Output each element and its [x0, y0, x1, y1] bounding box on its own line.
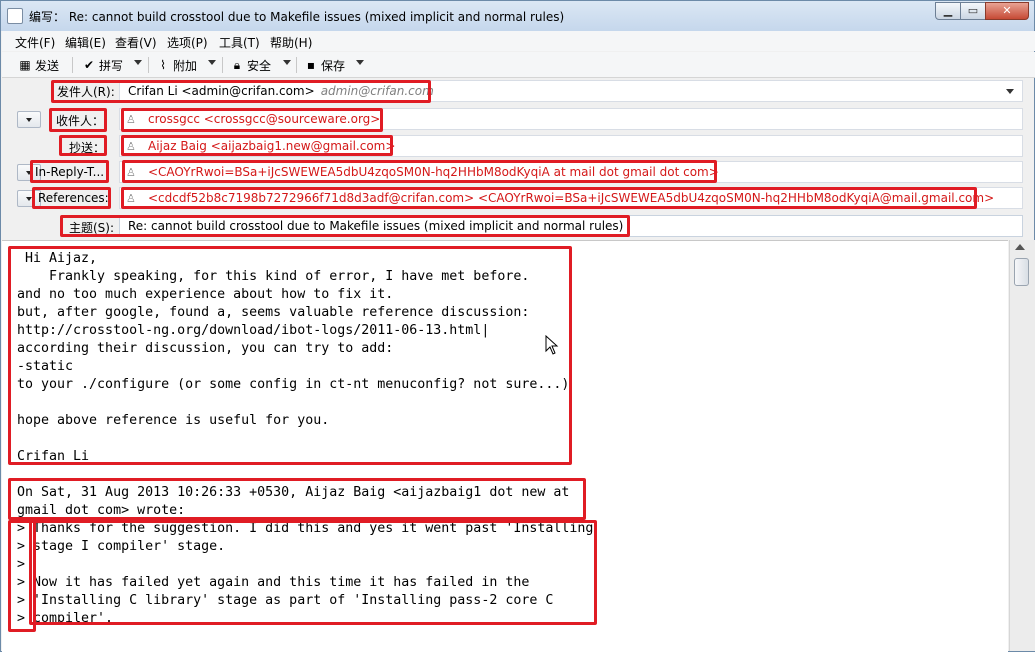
menu-file[interactable]: 文件(F) — [15, 34, 55, 51]
menu-tools[interactable]: 工具(T) — [219, 34, 260, 51]
minimize-button[interactable]: ▁ — [935, 2, 961, 20]
references-label: References: — [38, 191, 109, 205]
from-label: 发件人(R): — [57, 85, 115, 99]
security-dropdown-arrow[interactable] — [283, 60, 291, 65]
menu-help[interactable]: 帮助(H) — [270, 34, 312, 51]
scroll-up-icon[interactable] — [1015, 244, 1025, 250]
security-label: 安全 — [247, 58, 272, 73]
compose-app-icon — [7, 8, 23, 24]
scrollbar-thumb[interactable] — [1014, 258, 1029, 286]
menu-options[interactable]: 选项(P) — [167, 34, 208, 51]
attach-dropdown-arrow[interactable] — [208, 60, 216, 65]
references-field[interactable]: ♙ <cdcdf52b8c7198b7272966f71d8d3adf@crif… — [119, 187, 1023, 209]
to-type-dropdown[interactable] — [17, 111, 41, 128]
person-icon: ♙ — [126, 140, 136, 153]
person-icon: ♙ — [126, 192, 136, 205]
window-controls: ▁ ▭ ✕ — [935, 2, 1029, 22]
attach-button[interactable]: ⌇ 附加 — [156, 56, 197, 74]
save-label: 保存 — [321, 58, 346, 73]
message-body-text: Hi Aijaz, Frankly speaking, for this kin… — [17, 251, 594, 626]
to-label: 收件人： — [56, 114, 105, 128]
paperclip-icon: ⌇ — [160, 58, 166, 72]
security-button[interactable]: 🔒︎ 安全 — [230, 56, 271, 74]
title-bar[interactable]: 编写： Re: cannot build crosstool due to Ma… — [1, 1, 1034, 31]
from-address: Crifan Li <admin@crifan.com> — [128, 84, 315, 98]
from-dropdown-arrow[interactable] — [1006, 89, 1014, 94]
close-button[interactable]: ✕ — [985, 2, 1029, 20]
message-body-editor[interactable]: Hi Aijaz, Frankly speaking, for this kin… — [2, 240, 1008, 652]
spell-label: 拼写 — [99, 58, 124, 73]
to-row: 收件人： ♙ crossgcc <crossgcc@sourceware.org… — [13, 108, 1023, 130]
subject-input[interactable]: Re: cannot build crosstool due to Makefi… — [119, 215, 1023, 237]
window-title: 编写： Re: cannot build crosstool due to Ma… — [29, 10, 565, 24]
attach-label: 附加 — [173, 58, 198, 73]
from-row: 发件人(R): Crifan Li <admin@crifan.com> admi… — [13, 80, 1023, 102]
cc-address: Aijaz Baig <aijazbaig1.new@gmail.com> — [148, 139, 396, 153]
maximize-button[interactable]: ▭ — [960, 2, 986, 20]
toolbar: ▦ 发送 ✔ 拼写 ⌇ 附加 🔒︎ 安全 ▪ 保存 — [2, 52, 1035, 78]
cc-label: 抄送： — [69, 141, 106, 155]
toolbar-separator — [296, 57, 297, 73]
body-scrollbar[interactable] — [1009, 240, 1035, 651]
save-button[interactable]: ▪ 保存 — [304, 56, 345, 74]
compose-window: 编写： Re: cannot build crosstool due to Ma… — [0, 0, 1035, 652]
floppy-disk-icon: ▪ — [306, 58, 316, 72]
inreplyto-field[interactable]: ♙ <CAOYrRwoi=BSa+iJcSWEWEA5dbU4zqoSM0N-h… — [119, 161, 1023, 183]
from-select[interactable]: Crifan Li <admin@crifan.com> admin@crifan… — [119, 80, 1023, 102]
menu-edit[interactable]: 编辑(E) — [65, 34, 106, 51]
cc-row: 抄送： ♙ Aijaz Baig <aijazbaig1.new@gmail.c… — [13, 135, 1023, 157]
cc-field[interactable]: ♙ Aijaz Baig <aijazbaig1.new@gmail.com> — [119, 135, 1023, 157]
send-icon: ▦ — [19, 58, 31, 72]
person-icon: ♙ — [126, 113, 136, 126]
from-hint: admin@crifan.com — [320, 84, 434, 98]
lock-icon: 🔒︎ — [233, 58, 241, 72]
save-dropdown-arrow[interactable] — [356, 60, 364, 65]
spell-dropdown-arrow[interactable] — [134, 60, 142, 65]
toolbar-separator — [148, 57, 149, 73]
subject-label: 主题(S): — [69, 221, 115, 235]
inreplyto-label: In-Reply-T... — [35, 165, 105, 179]
subject-value: Re: cannot build crosstool due to Makefi… — [128, 219, 624, 233]
person-icon: ♙ — [126, 166, 136, 179]
inreplyto-row: In-Reply-T... ♙ <CAOYrRwoi=BSa+iJcSWEWEA… — [13, 161, 1023, 183]
menu-bar: 文件(F) 编辑(E) 查看(V) 选项(P) 工具(T) 帮助(H) — [2, 31, 1035, 51]
references-value: <cdcdf52b8c7198b7272966f71d8d3adf@crifan… — [148, 191, 995, 205]
references-row: References: ♙ <cdcdf52b8c7198b7272966f71… — [13, 187, 1023, 209]
checkmark-icon: ✔ — [83, 58, 95, 72]
toolbar-separator — [72, 57, 73, 73]
send-button[interactable]: ▦ 发送 — [18, 56, 59, 74]
to-field[interactable]: ♙ crossgcc <crossgcc@sourceware.org> — [119, 108, 1023, 130]
menu-view[interactable]: 查看(V) — [115, 34, 157, 51]
spell-button[interactable]: ✔ 拼写 — [82, 56, 123, 74]
mouse-cursor-icon — [545, 335, 559, 355]
subject-row: 主题(S): Re: cannot build crosstool due to… — [13, 215, 1023, 237]
inreplyto-value: <CAOYrRwoi=BSa+iJcSWEWEA5dbU4zqoSM0N-hq2… — [148, 165, 719, 179]
to-address: crossgcc <crossgcc@sourceware.org> — [148, 112, 381, 126]
send-label: 发送 — [35, 58, 60, 73]
toolbar-separator — [222, 57, 223, 73]
from-value: Crifan Li <admin@crifan.com> admin@crifan… — [128, 84, 434, 98]
